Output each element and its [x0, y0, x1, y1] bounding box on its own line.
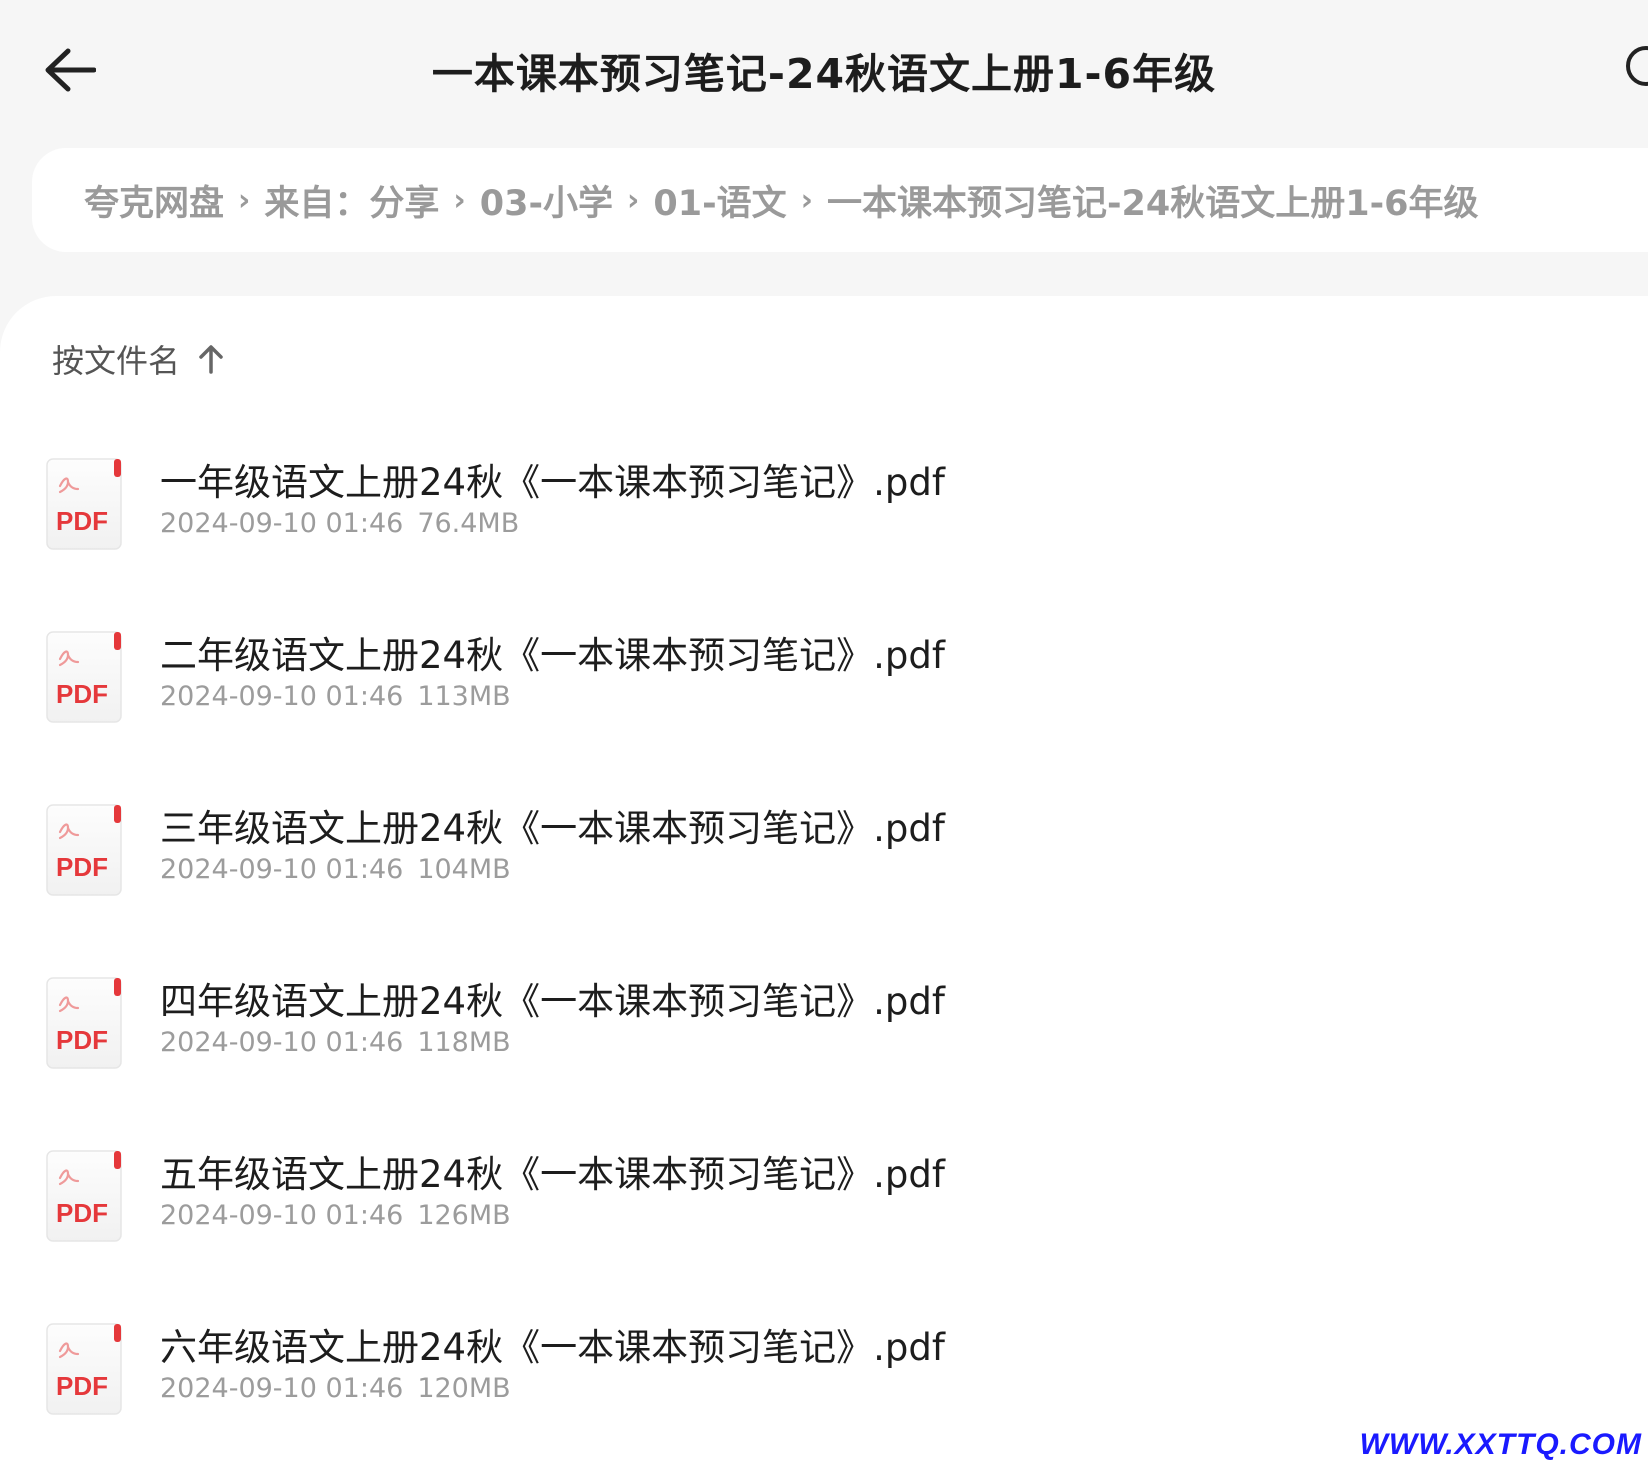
- file-name: 四年级语文上册24秋《一本课本预习笔记》.pdf: [160, 980, 945, 1023]
- file-meta: 2024-09-10 01:46 118MB: [160, 1027, 511, 1058]
- watermark: WWW.XXTTQ.COM: [1359, 1428, 1642, 1461]
- chevron-right-icon: ›: [627, 182, 640, 218]
- svg-text:PDF: PDF: [56, 1025, 108, 1055]
- file-name: 二年级语文上册24秋《一本课本预习笔记》.pdf: [160, 634, 945, 677]
- top-bar: 一本课本预习笔记-24秋语文上册1-6年级: [0, 0, 1648, 140]
- svg-text:PDF: PDF: [56, 506, 108, 536]
- file-row[interactable]: PDF 三年级语文上册24秋《一本课本预习笔记》.pdf 2024-09-10 …: [0, 792, 1648, 965]
- pdf-file-icon: PDF: [46, 1323, 122, 1415]
- file-name: 五年级语文上册24秋《一本课本预习笔记》.pdf: [160, 1153, 945, 1196]
- file-meta: 2024-09-10 01:46 76.4MB: [160, 508, 519, 539]
- pdf-file-icon: PDF: [46, 1150, 122, 1242]
- file-date: 2024-09-10 01:46: [160, 854, 404, 885]
- chevron-right-icon: ›: [453, 182, 466, 218]
- pdf-file-icon: PDF: [46, 804, 122, 896]
- sort-by-name-button[interactable]: 按文件名: [52, 336, 224, 382]
- file-list-panel: 按文件名 PDF 一年级语文上册24秋《一本课本预习笔记》.pdf 2024-0…: [0, 296, 1648, 1466]
- svg-text:PDF: PDF: [56, 1198, 108, 1228]
- pdf-file-icon: PDF: [46, 977, 122, 1069]
- file-row[interactable]: PDF 一年级语文上册24秋《一本课本预习笔记》.pdf 2024-09-10 …: [0, 446, 1648, 619]
- file-row[interactable]: PDF 二年级语文上册24秋《一本课本预习笔记》.pdf 2024-09-10 …: [0, 619, 1648, 792]
- file-row[interactable]: PDF 四年级语文上册24秋《一本课本预习笔记》.pdf 2024-09-10 …: [0, 965, 1648, 1138]
- file-size: 113MB: [417, 681, 511, 712]
- breadcrumb-item-chinese[interactable]: 01-语文: [653, 175, 786, 226]
- file-size: 126MB: [417, 1200, 511, 1231]
- file-size: 104MB: [417, 854, 511, 885]
- page-title: 一本课本预习笔记-24秋语文上册1-6年级: [431, 50, 1217, 98]
- pdf-file-icon: PDF: [46, 631, 122, 723]
- arrow-up-icon: [198, 344, 224, 374]
- chevron-right-icon: ›: [800, 182, 813, 218]
- file-meta: 2024-09-10 01:46 113MB: [160, 681, 511, 712]
- file-name: 三年级语文上册24秋《一本课本预习笔记》.pdf: [160, 807, 945, 850]
- svg-text:PDF: PDF: [56, 679, 108, 709]
- file-date: 2024-09-10 01:46: [160, 681, 404, 712]
- svg-text:PDF: PDF: [56, 1371, 108, 1401]
- file-date: 2024-09-10 01:46: [160, 1027, 404, 1058]
- file-meta: 2024-09-10 01:46 126MB: [160, 1200, 511, 1231]
- chevron-right-icon: ›: [238, 182, 251, 218]
- file-row[interactable]: PDF 五年级语文上册24秋《一本课本预习笔记》.pdf 2024-09-10 …: [0, 1138, 1648, 1311]
- file-meta: 2024-09-10 01:46 104MB: [160, 854, 511, 885]
- breadcrumb: 夸克网盘 › 来自：分享 › 03-小学 › 01-语文 › 一本课本预习笔记-…: [32, 148, 1648, 252]
- file-size: 118MB: [417, 1027, 511, 1058]
- file-date: 2024-09-10 01:46: [160, 1373, 404, 1404]
- pdf-file-icon: PDF: [46, 458, 122, 550]
- file-date: 2024-09-10 01:46: [160, 508, 404, 539]
- svg-text:PDF: PDF: [56, 852, 108, 882]
- file-name: 六年级语文上册24秋《一本课本预习笔记》.pdf: [160, 1326, 945, 1369]
- file-browser-page: 一本课本预习笔记-24秋语文上册1-6年级 夸克网盘 › 来自：分享 › 03-…: [0, 0, 1648, 1466]
- file-meta: 2024-09-10 01:46 120MB: [160, 1373, 511, 1404]
- file-size: 76.4MB: [417, 508, 520, 539]
- breadcrumb-item-quark-drive[interactable]: 夸克网盘: [84, 175, 224, 226]
- file-list: PDF 一年级语文上册24秋《一本课本预习笔记》.pdf 2024-09-10 …: [0, 446, 1648, 1466]
- breadcrumb-item-primary-school[interactable]: 03-小学: [480, 175, 613, 226]
- breadcrumb-item-current-folder[interactable]: 一本课本预习笔记-24秋语文上册1-6年级: [827, 175, 1478, 226]
- sort-label: 按文件名: [52, 342, 181, 380]
- file-name: 一年级语文上册24秋《一本课本预习笔记》.pdf: [160, 461, 945, 504]
- file-size: 120MB: [417, 1373, 511, 1404]
- breadcrumb-item-shared[interactable]: 来自：分享: [264, 175, 439, 226]
- file-date: 2024-09-10 01:46: [160, 1200, 404, 1231]
